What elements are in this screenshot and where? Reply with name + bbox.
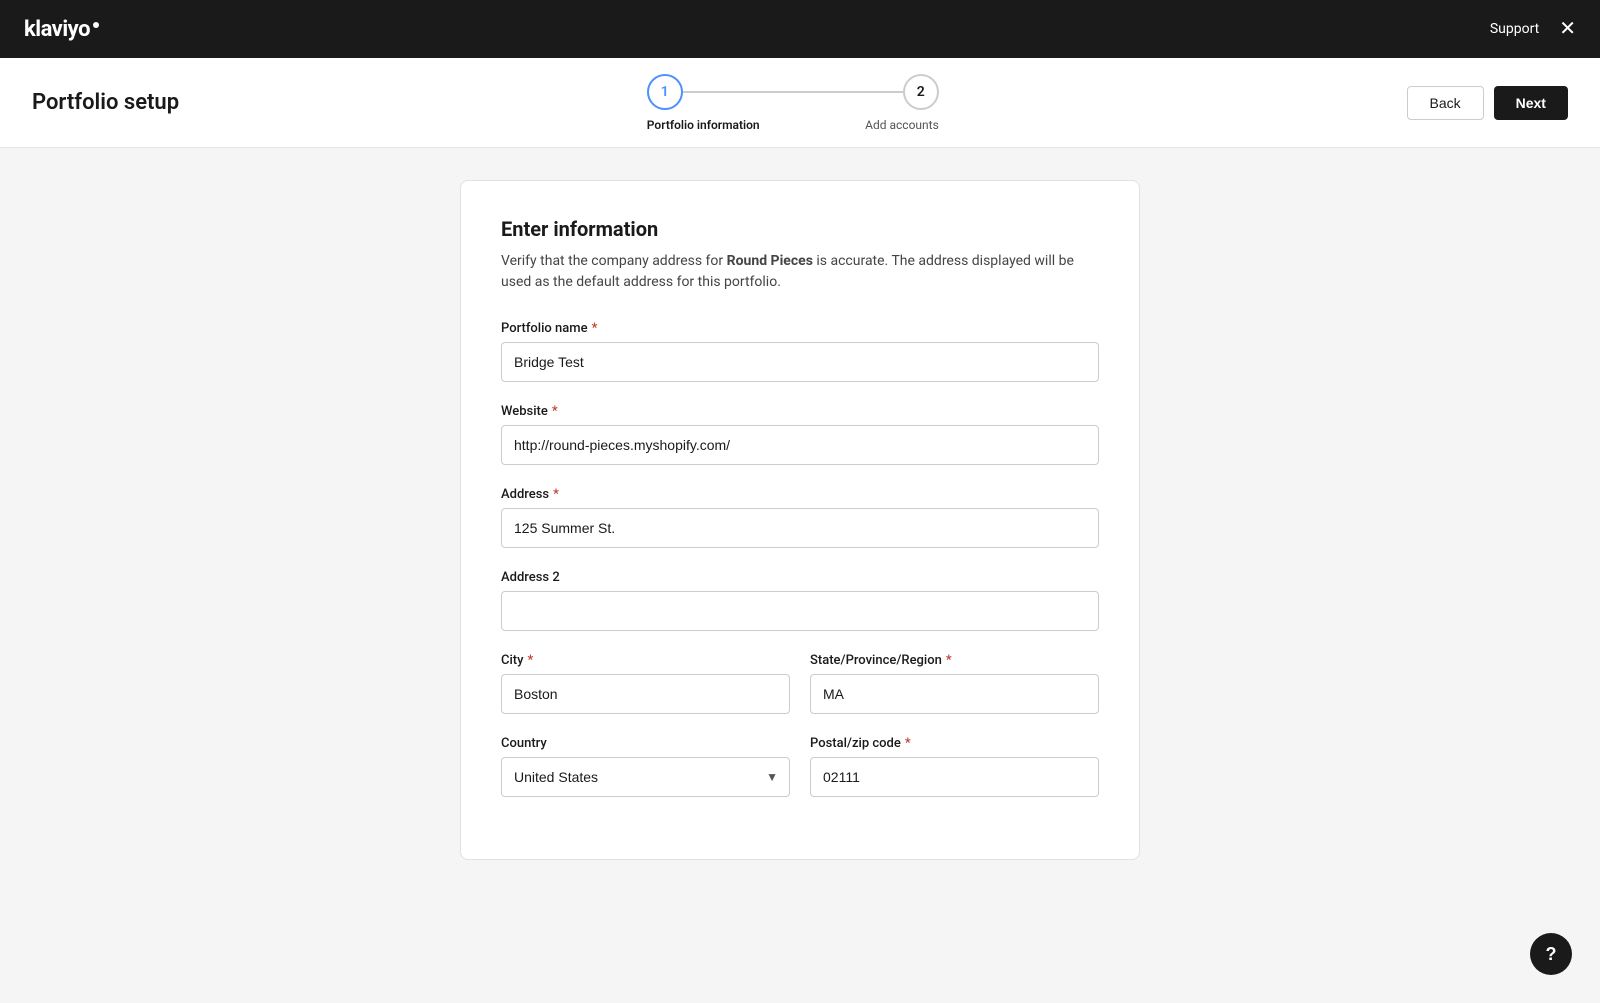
help-button[interactable]: ? <box>1530 933 1572 975</box>
back-button[interactable]: Back <box>1407 86 1484 120</box>
subheader: Portfolio setup 1 2 Portfolio informatio… <box>0 58 1600 148</box>
support-link[interactable]: Support <box>1490 21 1539 37</box>
address-group: Address * <box>501 487 1099 548</box>
stepper-row: 1 2 <box>647 74 939 110</box>
step-2-circle: 2 <box>903 74 939 110</box>
form-card: Enter information Verify that the compan… <box>460 180 1140 860</box>
required-star-name: * <box>592 321 598 336</box>
required-star-address: * <box>553 487 559 502</box>
portfolio-name-group: Portfolio name * <box>501 321 1099 382</box>
postal-input[interactable] <box>810 757 1099 797</box>
required-star-postal: * <box>905 736 911 751</box>
website-group: Website * <box>501 404 1099 465</box>
card-description: Verify that the company address for Roun… <box>501 251 1099 293</box>
step-1-circle: 1 <box>647 74 683 110</box>
city-input[interactable] <box>501 674 790 714</box>
step-1-label: Portfolio information <box>647 118 760 132</box>
address2-group: Address 2 <box>501 570 1099 631</box>
state-group: State/Province/Region * <box>810 653 1099 714</box>
postal-group: Postal/zip code * <box>810 736 1099 797</box>
stepper: 1 2 Portfolio information Add accounts <box>647 74 939 132</box>
country-label: Country <box>501 736 790 751</box>
country-postal-row: Country United States Canada United King… <box>501 736 1099 797</box>
portfolio-name-label: Portfolio name * <box>501 321 1099 336</box>
website-label: Website * <box>501 404 1099 419</box>
portfolio-name-input[interactable] <box>501 342 1099 382</box>
city-state-row: City * State/Province/Region * <box>501 653 1099 714</box>
card-title: Enter information <box>501 217 1099 241</box>
address2-label: Address 2 <box>501 570 1099 585</box>
address2-input[interactable] <box>501 591 1099 631</box>
required-star-website: * <box>552 404 558 419</box>
state-input[interactable] <box>810 674 1099 714</box>
required-star-state: * <box>946 653 952 668</box>
address-label: Address * <box>501 487 1099 502</box>
company-name: Round Pieces <box>727 253 813 269</box>
close-button[interactable]: ✕ <box>1559 19 1576 39</box>
logo: klaviyo <box>24 17 99 42</box>
postal-label: Postal/zip code * <box>810 736 1099 751</box>
logo-text: klaviyo <box>24 17 90 42</box>
step-line <box>683 91 903 93</box>
step-labels: Portfolio information Add accounts <box>647 118 939 132</box>
next-button[interactable]: Next <box>1494 86 1568 120</box>
city-group: City * <box>501 653 790 714</box>
main-content: Enter information Verify that the compan… <box>0 148 1600 892</box>
topbar-right: Support ✕ <box>1490 19 1576 39</box>
topbar: klaviyo Support ✕ <box>0 0 1600 58</box>
logo-dot <box>93 22 99 28</box>
state-label: State/Province/Region * <box>810 653 1099 668</box>
address-input[interactable] <box>501 508 1099 548</box>
required-star-city: * <box>528 653 534 668</box>
step-2-label: Add accounts <box>865 118 939 132</box>
country-select[interactable]: United States Canada United Kingdom Aust… <box>501 757 790 797</box>
header-buttons: Back Next <box>1407 86 1568 120</box>
page-title: Portfolio setup <box>32 90 179 115</box>
country-select-wrapper: United States Canada United Kingdom Aust… <box>501 757 790 797</box>
city-label: City * <box>501 653 790 668</box>
website-input[interactable] <box>501 425 1099 465</box>
country-group: Country United States Canada United King… <box>501 736 790 797</box>
